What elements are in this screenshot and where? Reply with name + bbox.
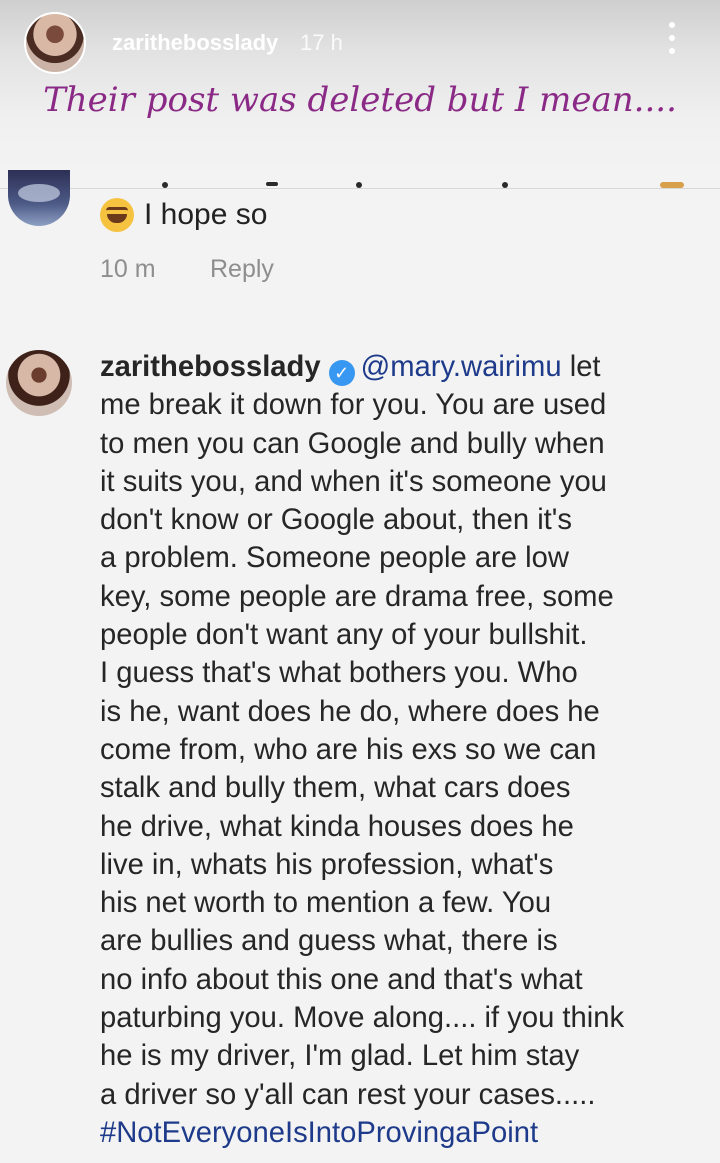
cropped-emoji-row — [100, 182, 700, 194]
comment-line: stalk and bully them, what cars does — [100, 772, 571, 805]
story-username[interactable]: zarithebosslady — [112, 30, 278, 56]
previous-comment-body: I hope so — [144, 198, 268, 231]
comment-line: people don't want any of your bullshit. — [100, 619, 588, 652]
comment-line: his net worth to mention a few. You — [100, 887, 552, 920]
comment-line: he is my driver, I'm glad. Let him stay — [100, 1040, 580, 1073]
comment-line: don't know or Google about, then it's — [100, 504, 572, 537]
reply-button[interactable]: Reply — [210, 255, 274, 284]
hashtag-link[interactable]: #NotEveryoneIsIntoProvingaPoint — [100, 1114, 704, 1152]
mention-link[interactable]: @mary.wairimu — [361, 351, 562, 383]
comment-line: to men you can Google and bully when — [100, 427, 605, 460]
story-time: 17 h — [300, 30, 343, 55]
comment-line: are bullies and guess what, there is — [100, 925, 558, 958]
comment-line: live in, whats his profession, what's — [100, 848, 554, 881]
previous-comment-time: 10 m — [100, 255, 156, 283]
comment-line: I guess that's what bothers you. Who — [100, 657, 578, 690]
story-screen: zarithebosslady 17 h Their post was dele… — [0, 0, 720, 1163]
comment-avatar[interactable] — [6, 350, 72, 416]
laughing-tears-emoji-icon — [100, 198, 134, 232]
comment-line: is he, want does he do, where does he — [100, 695, 600, 728]
comment-line: me break it down for you. You are used — [100, 389, 607, 422]
comment-line: come from, who are his exs so we can — [100, 733, 597, 766]
comment-line: a driver so y'all can rest your cases...… — [100, 1078, 596, 1111]
more-options-icon[interactable] — [660, 22, 684, 58]
comment-line: he drive, what kinda houses does he — [100, 810, 574, 843]
comment-line: it suits you, and when it's someone you — [100, 465, 607, 498]
comment-line: let — [561, 351, 601, 383]
story-avatar[interactable] — [24, 12, 86, 74]
comment-username[interactable]: zarithebosslady — [100, 351, 321, 383]
comment-line: no info about this one and that's what — [100, 963, 583, 996]
comment-line: key, some people are drama free, some — [100, 580, 614, 613]
comment-line: paturbing you. Move along.... if you thi… — [100, 1002, 625, 1035]
story-caption: Their post was deleted but I mean.... — [43, 80, 677, 120]
previous-comment-avatar[interactable] — [8, 170, 70, 226]
story-header: zarithebosslady 17 h — [0, 0, 720, 84]
comment-body: zarithebosslady ✓ @mary.wairimu let me bre… — [100, 348, 704, 1152]
comment-line: a problem. Someone people are low — [100, 542, 569, 575]
verified-badge-icon: ✓ — [328, 360, 355, 386]
previous-comment-text: I hope so — [100, 198, 267, 232]
